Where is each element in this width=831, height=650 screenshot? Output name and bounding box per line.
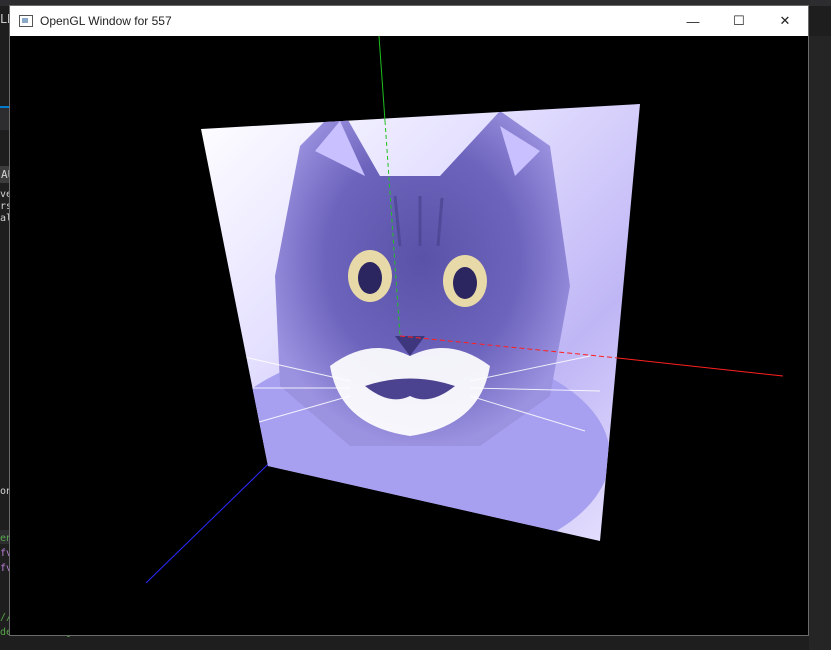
window-title: OpenGL Window for 557 [40,14,172,28]
opengl-render-canvas[interactable] [10,36,808,635]
scene-svg [145,36,784,584]
window-title-bar[interactable]: OpenGL Window for 557 — ☐ ✕ [10,6,808,36]
opengl-window[interactable]: OpenGL Window for 557 — ☐ ✕ [9,5,809,636]
maximize-button[interactable]: ☐ [716,6,762,36]
window-controls: — ☐ ✕ [670,6,808,36]
y-axis-line [378,36,386,122]
editor-right-bar [809,36,831,650]
textured-quad [201,104,640,541]
x-axis-line [617,357,784,377]
app-window-icon [19,15,33,27]
minimize-button[interactable]: — [670,6,716,36]
close-button[interactable]: ✕ [762,6,808,36]
